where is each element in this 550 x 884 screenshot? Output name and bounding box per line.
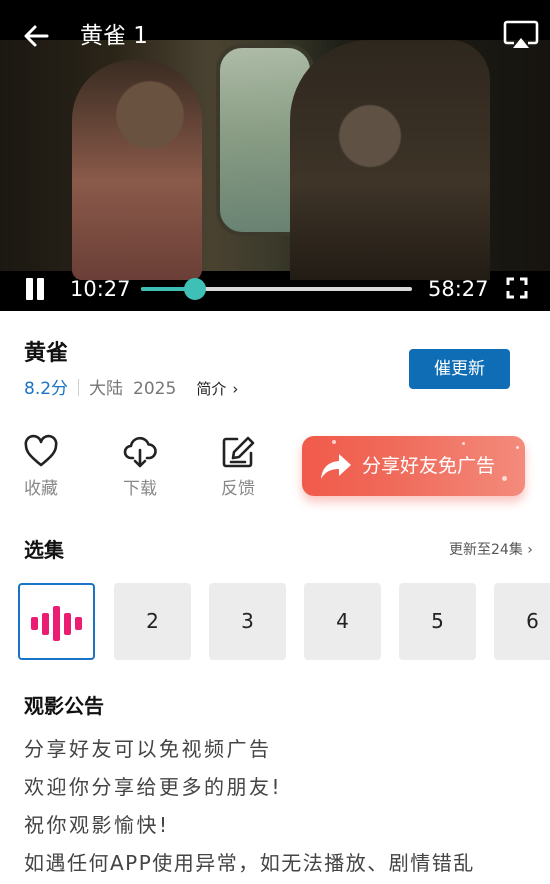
notice-heading: 观影公告	[24, 694, 104, 718]
download-action[interactable]: 下载	[110, 434, 170, 500]
player-controls: 10:27 58:27	[0, 264, 550, 311]
intro-link[interactable]: 简介	[196, 380, 226, 398]
feedback-label: 反馈	[221, 479, 255, 499]
episode-title: 黄雀 1	[80, 23, 148, 49]
share-arrow-icon	[321, 454, 351, 479]
notice-line: 祝你观影愉快!	[24, 813, 170, 837]
sparkle-dot	[516, 446, 519, 449]
chevron-right-icon: ›	[527, 542, 533, 558]
show-title: 黄雀	[24, 341, 69, 366]
progress-track[interactable]	[141, 278, 412, 300]
feedback-action[interactable]: 反馈	[208, 434, 268, 500]
duration-time: 58:27	[428, 277, 489, 301]
heart-icon	[24, 434, 58, 467]
cloud-download-icon	[123, 436, 157, 468]
edit-icon	[222, 436, 255, 468]
sparkle-dot	[502, 476, 507, 481]
episodes-more-label: 更新至24集	[449, 542, 523, 558]
episodes-heading: 选集	[24, 538, 64, 562]
notice-line: 欢迎你分享给更多的朋友!	[24, 775, 283, 799]
meta-divider	[78, 379, 80, 396]
current-time: 10:27	[70, 277, 131, 301]
share-ad-label: 分享好友免广告	[362, 455, 496, 477]
episode-item-6[interactable]: 6	[494, 583, 550, 660]
share-remove-ads-button[interactable]: 分享好友免广告	[302, 436, 525, 496]
video-frame[interactable]	[0, 40, 550, 280]
episode-item-5[interactable]: 5	[399, 583, 476, 660]
episode-item-1[interactable]	[18, 583, 95, 660]
fullscreen-icon[interactable]	[506, 277, 528, 299]
chevron-right-icon[interactable]: ›	[232, 380, 238, 398]
back-arrow-icon[interactable]	[20, 20, 52, 52]
show-region: 大陆	[89, 379, 124, 399]
sparkle-dot	[332, 440, 336, 444]
pause-icon[interactable]	[24, 278, 46, 300]
now-playing-bars-icon	[30, 606, 83, 641]
progress-thumb[interactable]	[184, 278, 207, 300]
show-year: 2025	[133, 379, 177, 399]
show-rating: 8.2分	[24, 379, 69, 399]
download-label: 下载	[123, 479, 157, 499]
cast-icon[interactable]	[502, 18, 540, 52]
episode-item-2[interactable]: 2	[114, 583, 191, 660]
video-frame-figure	[72, 60, 202, 280]
show-meta: 8.2分 大陆 2025 简介 ›	[24, 376, 238, 402]
episodes-more-link[interactable]: 更新至24集 ›	[449, 539, 533, 561]
video-frame-figure	[290, 40, 490, 280]
notice-line: 如遇任何APP使用异常，如无法播放、剧情错乱	[24, 851, 475, 875]
favorite-action[interactable]: 收藏	[11, 434, 71, 500]
player-top-bar: 黄雀 1	[0, 0, 550, 72]
request-update-button[interactable]: 催更新	[409, 349, 510, 389]
notice-line: 分享好友可以免视频广告	[24, 737, 272, 761]
video-player[interactable]: 黄雀 1 10:27 58:27	[0, 0, 550, 311]
episode-item-3[interactable]: 3	[209, 583, 286, 660]
episode-item-4[interactable]: 4	[304, 583, 381, 660]
favorite-label: 收藏	[24, 479, 58, 499]
